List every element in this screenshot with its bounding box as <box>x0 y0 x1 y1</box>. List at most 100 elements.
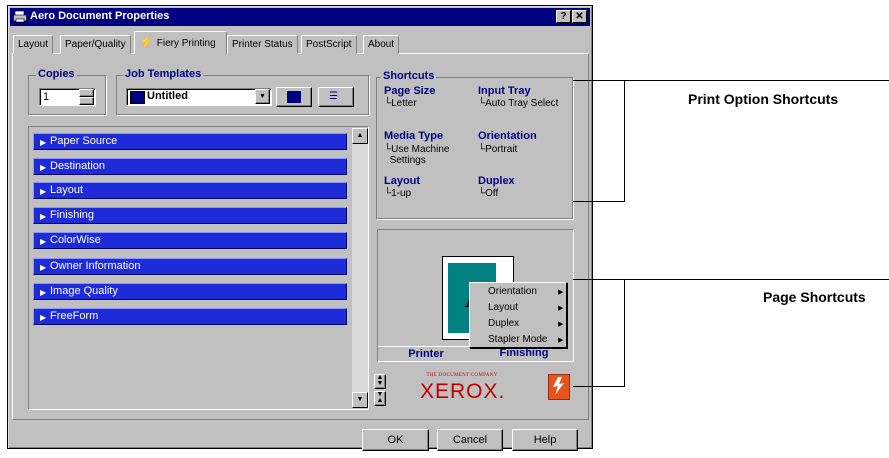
submenu-arrow-icon: ▶ <box>558 305 564 312</box>
tab-label: Paper/Quality <box>65 39 126 50</box>
tab-about[interactable]: About <box>363 35 400 54</box>
copies-value: 1 <box>43 91 50 103</box>
cancel-button[interactable]: Cancel <box>437 429 503 451</box>
fiery-bolt-icon: ⚡ <box>139 35 154 49</box>
submenu-arrow-icon: ▶ <box>558 321 564 328</box>
expand-arrow-icon: ▶ <box>40 313 47 322</box>
tab-label: Printer Status <box>232 39 293 50</box>
ok-button[interactable]: OK <box>362 429 429 451</box>
help-title-button[interactable]: ? <box>556 10 571 23</box>
section-label: Layout <box>50 184 84 196</box>
section-label: Destination <box>50 160 106 172</box>
section-colorwise[interactable]: ▶ ColorWise <box>33 232 347 249</box>
callout-line <box>573 386 625 387</box>
close-button[interactable]: ✕ <box>572 10 587 23</box>
shortcut-media-type-value: └Use Machine Settings <box>384 144 450 166</box>
fiery-logo-icon[interactable] <box>548 374 570 400</box>
callout-line <box>624 279 625 387</box>
section-paper-source[interactable]: ▶ Paper Source <box>33 133 347 150</box>
shortcut-layout-label[interactable]: Layout <box>384 175 420 187</box>
tab-label: PostScript <box>306 39 352 50</box>
tab-label: Layout <box>18 39 49 50</box>
annotation-print-option-shortcuts: Print Option Shortcuts <box>688 91 839 107</box>
shortcut-media-type-label[interactable]: Media Type <box>384 130 443 142</box>
section-finishing[interactable]: ▶ Finishing <box>33 207 347 224</box>
section-freeform[interactable]: ▶ FreeForm <box>33 308 347 325</box>
expand-arrow-icon: ▶ <box>40 212 47 221</box>
section-label: Image Quality <box>50 285 118 297</box>
copies-up-button[interactable] <box>79 89 94 97</box>
expand-arrow-icon: ▶ <box>40 237 47 246</box>
job-template-select[interactable]: Untitled ▼ <box>126 88 272 106</box>
tab-label: Fiery Printing <box>156 38 216 49</box>
list-scrollbar[interactable]: ▲ ▼ <box>352 128 368 408</box>
annotation-page-shortcuts: Page Shortcuts <box>763 289 866 305</box>
preview-tab-printer[interactable]: Printer <box>378 346 474 362</box>
copies-down-button[interactable] <box>79 97 94 105</box>
job-template-value: Untitled <box>147 90 188 102</box>
shortcut-duplex-value: └Off <box>478 188 499 199</box>
section-image-quality[interactable]: ▶ Image Quality <box>33 283 347 300</box>
tab-layout[interactable]: Layout <box>13 35 54 54</box>
shortcut-orientation-label[interactable]: Orientation <box>478 130 537 142</box>
list-icon: ☰ <box>329 91 338 102</box>
shortcut-orientation-value: └Portrait <box>478 144 518 155</box>
expand-all-button[interactable]: ▲ ▼ <box>374 374 386 389</box>
shortcut-layout-value: └1-up <box>384 188 412 199</box>
menu-item-layout[interactable]: Layout <box>488 302 518 313</box>
page-shortcut-menu: Orientation ▶ Layout ▶ Duplex ▶ Stapler … <box>469 282 567 348</box>
printer-icon <box>13 10 27 23</box>
scroll-down-icon[interactable]: ▼ <box>352 392 368 408</box>
expand-arrow-icon: ▶ <box>40 288 47 297</box>
expand-arrow-icon: ▶ <box>40 263 47 272</box>
expand-arrow-icon: ▶ <box>40 163 47 172</box>
tab-postscript[interactable]: PostScript <box>301 35 357 54</box>
shortcut-duplex-label[interactable]: Duplex <box>478 175 515 187</box>
menu-item-orientation[interactable]: Orientation <box>488 286 537 297</box>
chevron-down-icon[interactable]: ▼ <box>255 89 270 104</box>
title-bar[interactable]: Aero Document Properties ? ✕ <box>10 8 590 26</box>
expand-arrow-icon: ▶ <box>40 138 47 147</box>
shortcut-input-tray-label[interactable]: Input Tray <box>478 85 531 97</box>
submenu-arrow-icon: ▶ <box>558 337 564 344</box>
save-template-button[interactable] <box>276 87 312 107</box>
save-icon <box>287 91 301 103</box>
menu-item-stapler-mode[interactable]: Stapler Mode <box>488 334 547 345</box>
section-label: Owner Information <box>50 260 141 272</box>
window-title: Aero Document Properties <box>30 10 170 22</box>
section-destination[interactable]: ▶ Destination <box>33 158 347 175</box>
section-owner-information[interactable]: ▶ Owner Information <box>33 258 347 275</box>
section-label: FreeForm <box>50 310 99 322</box>
expand-arrow-icon: ▶ <box>40 187 47 196</box>
section-label: ColorWise <box>50 234 101 246</box>
preview-tab-finishing[interactable]: Finishing <box>478 346 570 362</box>
callout-line <box>573 80 677 81</box>
callout-line <box>573 279 889 280</box>
collapse-all-button[interactable]: ▼ ▲ <box>374 391 386 406</box>
section-label: Finishing <box>50 209 95 221</box>
callout-line <box>624 80 625 202</box>
tab-fiery-printing[interactable]: ⚡ Fiery Printing <box>134 31 227 54</box>
shortcut-page-size-label[interactable]: Page Size <box>384 85 435 97</box>
shortcuts-label: Shortcuts <box>381 70 437 82</box>
tab-paper-quality[interactable]: Paper/Quality <box>60 35 131 54</box>
copies-label: Copies <box>36 68 77 80</box>
xerox-logo: XEROX. <box>420 380 506 403</box>
shortcut-input-tray-value: └Auto Tray Select <box>478 98 559 109</box>
manage-templates-button[interactable]: ☰ <box>318 87 354 107</box>
section-layout[interactable]: ▶ Layout <box>33 182 347 199</box>
callout-line <box>573 201 625 202</box>
scroll-up-icon[interactable]: ▲ <box>352 128 368 144</box>
job-templates-label: Job Templates <box>123 68 204 80</box>
tab-label: About <box>368 39 395 50</box>
callout-line <box>677 80 889 81</box>
menu-item-duplex[interactable]: Duplex <box>488 318 519 329</box>
shortcut-page-size-value: └Letter <box>384 98 417 109</box>
xerox-tagline: THE DOCUMENT COMPANY <box>426 373 498 378</box>
template-icon <box>130 91 145 104</box>
help-button[interactable]: Help <box>512 429 578 451</box>
copies-input[interactable]: 1 <box>39 88 96 106</box>
section-label: Paper Source <box>50 135 118 147</box>
tab-printer-status[interactable]: Printer Status <box>227 35 298 54</box>
submenu-arrow-icon: ▶ <box>558 289 564 296</box>
